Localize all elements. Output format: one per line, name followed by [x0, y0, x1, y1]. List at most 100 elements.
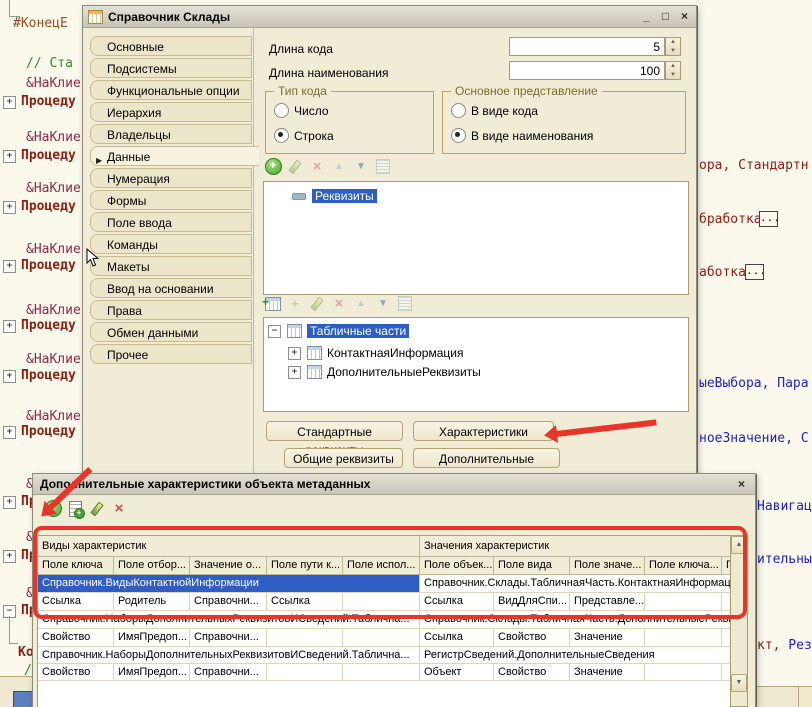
add-icon[interactable] [262, 158, 284, 175]
code-fragment: + Процеду [3, 368, 76, 383]
expand-icon[interactable]: + [3, 426, 16, 439]
code-length-label: Длина кода [269, 42, 333, 56]
code-token: ыеВыбора, Пара [699, 376, 809, 391]
tree-item-label[interactable]: Табличные части [307, 324, 409, 338]
tab-Прочее[interactable]: Прочее [90, 344, 252, 364]
collapsed-code-icon[interactable]: ... [745, 264, 764, 280]
table-cell[interactable] [645, 664, 722, 681]
tab-label: Подсистемы [107, 62, 177, 76]
table-cell[interactable]: ИмяПредоп... [114, 629, 190, 647]
expand-icon[interactable]: + [3, 496, 16, 509]
edit-icon[interactable] [86, 500, 108, 517]
tab-Нумерация[interactable]: Нумерация [90, 168, 252, 188]
expand-icon[interactable]: + [3, 150, 16, 163]
name-length-input[interactable]: 100 [509, 61, 665, 80]
standard-attributes-button[interactable]: Стандартные реквизиты [266, 421, 403, 441]
table-cell[interactable]: ИмяПредоп... [114, 664, 190, 681]
tab-Иерархия[interactable]: Иерархия [90, 102, 252, 122]
radio-string[interactable] [274, 128, 289, 143]
code-token: Процеду [21, 368, 76, 383]
expand-icon[interactable]: − [268, 325, 281, 338]
tab-Данные[interactable]: ▶Данные [90, 146, 259, 166]
attributes-tree[interactable]: Реквизиты [263, 181, 689, 295]
minimize-button[interactable]: _ [638, 9, 655, 24]
code-fragment: &НаКлие [26, 303, 81, 318]
tab-Подсистемы[interactable]: Подсистемы [90, 58, 252, 78]
table-cell[interactable]: Объект [420, 664, 494, 681]
code-token: Процеду [21, 424, 76, 439]
tab-Основные[interactable]: Основные [90, 36, 252, 56]
tab-Права[interactable]: Права [90, 300, 252, 320]
characteristics-button[interactable]: Характеристики [413, 421, 554, 441]
table-cell[interactable] [343, 629, 420, 647]
expand-icon[interactable]: + [288, 366, 301, 379]
dialog-titlebar[interactable]: Дополнительные характеристики объекта ме… [33, 474, 755, 495]
expand-icon[interactable]: + [3, 201, 16, 214]
name-length-spinner[interactable] [665, 61, 681, 80]
expand-icon[interactable]: + [288, 347, 301, 360]
dialog-close-button[interactable]: × [733, 477, 750, 492]
code-token: &НаКлие [26, 242, 81, 257]
radio-as-name[interactable] [451, 128, 466, 143]
radio-number[interactable] [274, 103, 289, 118]
move-up-icon [350, 295, 372, 312]
add-tabular-section-icon[interactable] [262, 295, 284, 312]
tree-item-label[interactable]: КонтактнаяИнформация [327, 346, 463, 360]
window-titlebar[interactable]: Справочник Склады _ □ × [83, 6, 696, 28]
table-cell[interactable]: Ссылка [420, 629, 494, 647]
table-cell[interactable]: Справочни... [190, 664, 267, 681]
tab-Команды[interactable]: Команды [90, 234, 252, 254]
tab-Макеты[interactable]: Макеты [90, 256, 252, 276]
additional-indexes-button[interactable]: Дополнительные индексы [413, 448, 560, 468]
move-down-icon[interactable] [372, 295, 394, 312]
list-icon [394, 295, 416, 312]
expand-icon[interactable]: + [3, 320, 16, 333]
move-down-icon[interactable] [350, 158, 372, 175]
close-button[interactable]: × [676, 9, 693, 24]
scroll-down-icon[interactable]: ▼ [731, 674, 747, 692]
table-row-kind-path[interactable]: Справочник.НаборыДополнительныхРеквизито… [38, 647, 420, 664]
code-length-input[interactable]: 5 [509, 37, 665, 56]
common-attributes-button[interactable]: Общие реквизиты [284, 448, 403, 468]
table-cell[interactable]: Свойство [494, 629, 570, 647]
tab-Владельцы[interactable]: Владельцы [90, 124, 252, 144]
table-cell[interactable]: Справочни... [190, 629, 267, 647]
tree-item-ДополнительныеРеквизиты[interactable]: + ДополнительныеРеквизиты [288, 365, 481, 379]
code-fragment: +Процеду [3, 258, 76, 273]
collapsed-code-icon[interactable]: ... [759, 211, 778, 227]
table-row-value-path[interactable]: РегистрСведений.ДополнительныеСведения [420, 647, 731, 664]
code-fragment: &НаКлие [26, 76, 81, 91]
table-cell[interactable] [267, 664, 343, 681]
tab-Функциональные опции[interactable]: Функциональные опции [90, 80, 252, 100]
table-cell[interactable] [267, 629, 343, 647]
expand-icon[interactable]: + [3, 260, 16, 273]
add-copy-icon[interactable] [64, 500, 86, 517]
radio-as-code[interactable] [451, 103, 466, 118]
tab-Обмен данными[interactable]: Обмен данными [90, 322, 252, 342]
tree-item-label[interactable]: ДополнительныеРеквизиты [327, 365, 481, 379]
tab-Формы[interactable]: Формы [90, 190, 252, 210]
table-cell[interactable]: Значение [570, 664, 645, 681]
tree-item-tabular-sections[interactable]: − Табличные части [268, 324, 409, 338]
tree-item-КонтактнаяИнформация[interactable]: + КонтактнаяИнформация [288, 346, 463, 360]
code-length-spinner[interactable] [665, 37, 681, 56]
table-cell[interactable] [343, 664, 420, 681]
table-cell[interactable]: Свойство [494, 664, 570, 681]
code-fragment: +Процеду [3, 94, 76, 109]
table-cell[interactable]: Значение [570, 629, 645, 647]
expand-icon[interactable]: + [3, 370, 16, 383]
table-cell[interactable]: Свойство [38, 629, 114, 647]
expand-icon[interactable]: + [3, 550, 16, 563]
code-fragment: ноеЗначение, С [699, 431, 809, 446]
tab-Поле ввода[interactable]: Поле ввода [90, 212, 252, 232]
expand-icon[interactable]: + [3, 96, 16, 109]
code-token: &НаКлие [26, 303, 81, 318]
table-cell[interactable]: Свойство [38, 664, 114, 681]
attributes-root-label[interactable]: Реквизиты [312, 189, 377, 203]
tabular-sections-tree[interactable]: − Табличные части + КонтактнаяИнформация + До… [263, 317, 689, 412]
table-cell[interactable] [645, 629, 722, 647]
delete-icon[interactable] [108, 500, 130, 517]
code-fragment: ора, Стандартн [699, 158, 809, 173]
tab-Ввод на основании[interactable]: Ввод на основании [90, 278, 252, 298]
maximize-button[interactable]: □ [657, 9, 674, 24]
